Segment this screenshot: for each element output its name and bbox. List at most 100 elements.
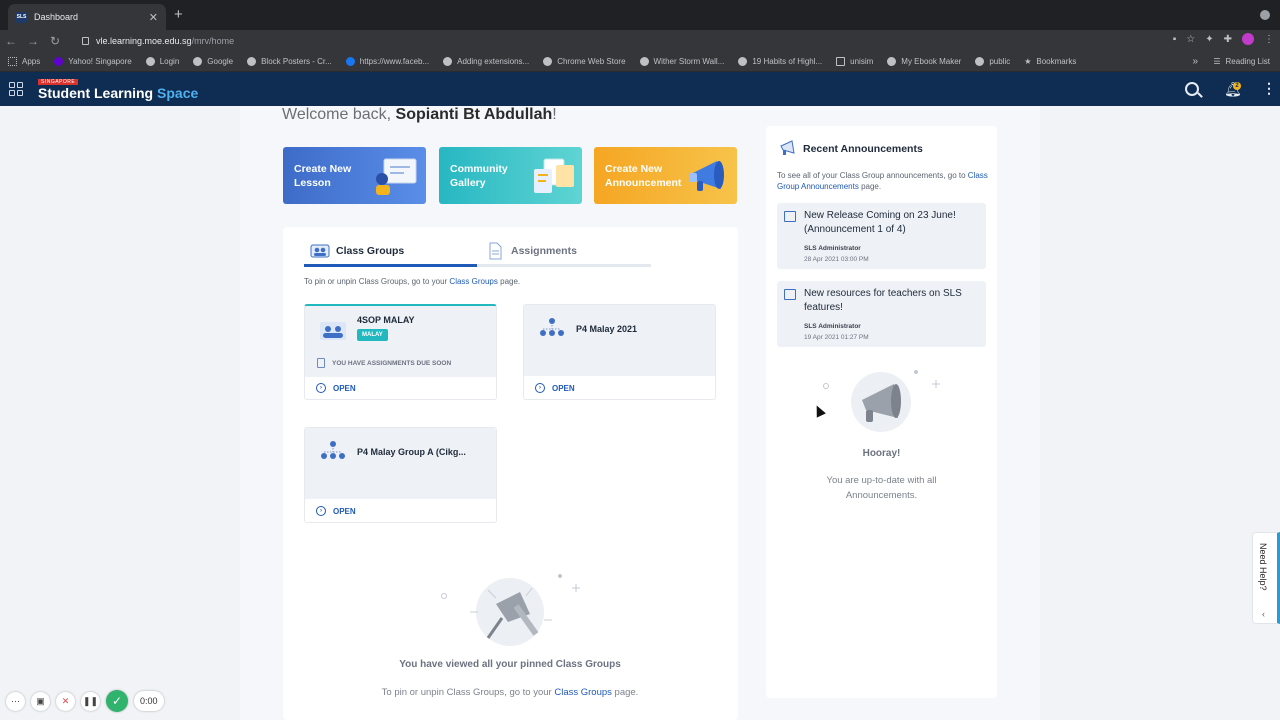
browser-toolbar: ← → ↻ vle.learning.moe.edu.sg/mrv/home ▪… <box>0 30 1280 52</box>
tab-title: Dashboard <box>34 12 79 22</box>
bookmark-label: Adding extensions... <box>457 57 530 66</box>
class-group-card[interactable]: P4 Malay Group A (Cikg... › OPEN <box>304 427 497 523</box>
bookmark-star-icon[interactable]: ☆ <box>1186 34 1195 45</box>
announcement-item[interactable]: New Release Coming on 23 June! (Announce… <box>777 203 986 269</box>
screen-recorder-controls: ⋯ ▣ ✕ ❚❚ ✓ 0:00 <box>6 690 164 712</box>
facebook-icon <box>345 57 355 66</box>
more-options-icon[interactable]: ⋯ <box>6 691 25 711</box>
create-new-announcement-button[interactable]: Create New Announcement <box>594 147 737 204</box>
announcement-date: 19 Apr 2021 01:27 PM <box>804 334 869 341</box>
bookmark-item[interactable]: 19 Habits of Highl... <box>738 57 822 66</box>
subject-badge: MALAY <box>357 329 388 341</box>
yahoo-icon <box>54 57 64 66</box>
announcements-empty-sub: You are up-to-date with all Announcement… <box>826 475 937 501</box>
toolbar-actions: ▪ ☆ ✦ ✚ ⋮ <box>1173 33 1274 45</box>
pin-hint: To pin or unpin Class Groups, go to your… <box>304 277 520 286</box>
discard-icon[interactable]: ✕ <box>56 691 75 711</box>
new-tab-button[interactable]: + <box>174 6 183 23</box>
bookmark-label: https://www.faceb... <box>359 57 430 66</box>
chrome-menu-icon[interactable]: ⋮ <box>1264 34 1274 45</box>
class-groups-link[interactable]: Class Groups <box>449 277 497 286</box>
app-grid-icon[interactable] <box>9 82 23 96</box>
bookmark-item[interactable]: Wither Storm Wall... <box>639 57 724 66</box>
bookmark-item[interactable]: Block Posters - Cr... <box>247 57 332 66</box>
camera-icon[interactable]: ▪ <box>1173 34 1177 45</box>
reading-list-button[interactable]: ☰ Reading List <box>1213 57 1270 66</box>
hint-text: page. <box>497 277 521 286</box>
need-help-label: Need Help? <box>1258 543 1268 591</box>
bookmark-item[interactable]: Login <box>145 57 179 66</box>
class-group-icon <box>320 322 346 340</box>
pushpin-illustration-icon <box>441 574 580 646</box>
bookmark-label: Chrome Web Store <box>557 57 626 66</box>
create-new-lesson-button[interactable]: Create New Lesson <box>283 147 426 204</box>
logo-word: Student Learning <box>38 85 154 101</box>
hint-text: page. <box>611 687 639 698</box>
apps-icon <box>8 57 17 66</box>
back-icon[interactable]: ← <box>0 34 22 48</box>
open-button[interactable]: › OPEN <box>535 383 575 393</box>
more-menu-icon[interactable]: ⋮ <box>1262 80 1276 97</box>
announcement-item[interactable]: New resources for teachers on SLS featur… <box>777 281 986 347</box>
bookmark-label: My Ebook Maker <box>901 57 962 66</box>
pause-icon[interactable]: ❚❚ <box>81 691 100 711</box>
bookmark-label: 19 Habits of Highl... <box>752 57 823 66</box>
hint-text: To pin or unpin Class Groups, go to your <box>304 277 450 286</box>
bookmark-item[interactable]: My Ebook Maker <box>887 57 961 66</box>
browser-tab[interactable]: SLS Dashboard ✕ <box>8 4 166 30</box>
bookmark-item[interactable]: Google <box>193 57 233 66</box>
hint-text: page. <box>858 182 882 191</box>
open-button[interactable]: › OPEN <box>316 383 356 393</box>
need-help-button[interactable]: Need Help? ‹ <box>1252 532 1280 624</box>
address-bar[interactable]: vle.learning.moe.edu.sg/mrv/home <box>74 32 1174 50</box>
camera-toggle-icon[interactable]: ▣ <box>31 691 50 711</box>
extension-icon[interactable]: ✦ <box>1205 34 1213 45</box>
community-gallery-button[interactable]: Community Gallery <box>439 147 582 204</box>
bookmark-item[interactable]: unisim <box>836 57 873 66</box>
class-group-card[interactable]: P4 Malay 2021 › OPEN <box>523 304 716 400</box>
tab-class-groups[interactable]: Class Groups <box>304 238 477 267</box>
megaphone-illustration-icon <box>823 370 940 432</box>
globe-icon <box>887 57 897 66</box>
announcement-icon <box>784 289 796 300</box>
group-tree-icon <box>540 318 564 336</box>
megaphone-icon <box>780 140 795 155</box>
bookmark-item[interactable]: Apps <box>8 57 40 66</box>
group-tree-icon <box>321 441 345 459</box>
reading-list-label: Reading List <box>1225 57 1270 66</box>
browser-tab-strip: SLS Dashboard ✕ + <box>0 0 1280 30</box>
close-tab-icon[interactable]: ✕ <box>149 11 158 24</box>
tab-search-icon[interactable] <box>1260 10 1270 20</box>
bookmark-label: public <box>989 57 1011 66</box>
class-groups-link[interactable]: Class Groups <box>554 687 612 698</box>
bookmark-item[interactable]: Chrome Web Store <box>543 57 626 66</box>
announcement-author: SLS Administrator <box>804 245 861 252</box>
puzzle-extensions-icon[interactable]: ✚ <box>1224 34 1232 45</box>
quick-action-label: Community Gallery <box>450 163 508 189</box>
profile-avatar[interactable] <box>1242 33 1254 45</box>
arrow-circle-icon: › <box>316 383 326 393</box>
bookmark-item[interactable]: https://www.faceb... <box>345 57 430 66</box>
bookmark-item[interactable]: public <box>975 57 1010 66</box>
arrow-circle-icon: › <box>316 506 326 516</box>
more-bookmarks-button[interactable]: » <box>1192 56 1198 67</box>
reload-icon[interactable]: ↻ <box>44 34 66 48</box>
globe-icon <box>443 57 453 66</box>
app-header: SINGAPORE Student Learning Space 🔔︎ ⋮ <box>0 72 1280 106</box>
open-label: OPEN <box>552 383 575 393</box>
search-icon[interactable] <box>1185 82 1199 96</box>
recording-timer: 0:00 <box>134 691 164 711</box>
bookmark-item[interactable]: Yahoo! Singapore <box>54 57 132 66</box>
globe-icon <box>738 57 748 66</box>
bookmark-label: Google <box>207 57 234 66</box>
open-button[interactable]: › OPEN <box>316 506 356 516</box>
bookmark-item[interactable]: Adding extensions... <box>443 57 529 66</box>
tab-assignments[interactable]: Assignments <box>477 238 651 267</box>
reading-list-icon: ☰ <box>1213 57 1221 66</box>
logo-word: Space <box>157 85 199 101</box>
welcome-suffix: ! <box>552 106 557 123</box>
finish-check-icon[interactable]: ✓ <box>106 690 128 712</box>
class-group-card[interactable]: 4SOP MALAY MALAY YOU HAVE ASSIGNMENTS DU… <box>304 304 497 400</box>
forward-icon[interactable]: → <box>22 34 44 48</box>
bookmark-item[interactable]: ★ Bookmarks <box>1024 57 1076 66</box>
